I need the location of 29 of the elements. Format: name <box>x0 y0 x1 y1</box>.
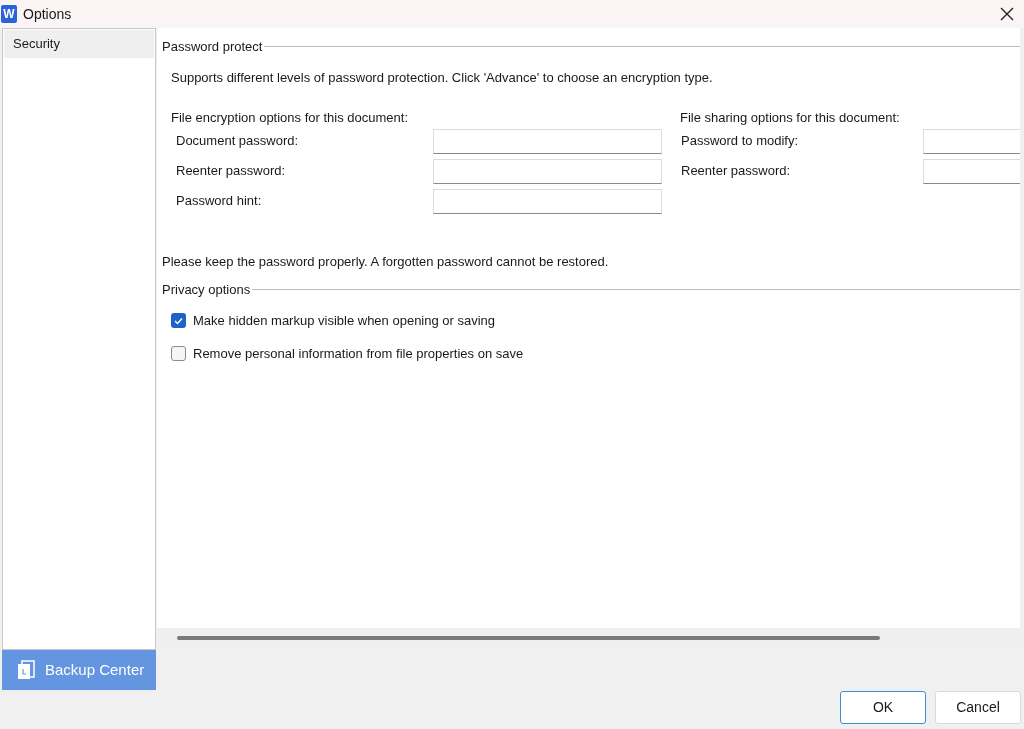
checkbox[interactable] <box>171 345 186 361</box>
field-label: Reenter password: <box>680 162 792 181</box>
password-field[interactable] <box>923 158 1020 184</box>
password-field[interactable] <box>433 188 662 214</box>
dialog-button[interactable]: OK <box>840 691 926 724</box>
field-label: Password to modify: <box>680 132 800 151</box>
window-title: Options <box>23 4 72 24</box>
close-icon <box>1000 7 1014 21</box>
scrollbar-thumb[interactable] <box>177 636 880 640</box>
document-icon <box>17 660 35 680</box>
note-text: Please keep the password properly. A forgotten password cannot be restored. <box>162 253 610 271</box>
check-icon <box>174 316 183 325</box>
app-logo: W <box>1 5 17 23</box>
description-text: Supports different levels of password protection. Click 'Advance' to choose an encryption type. <box>171 68 714 87</box>
password-field[interactable] <box>433 128 662 154</box>
password-field[interactable] <box>923 128 1020 154</box>
section-heading: Privacy options <box>162 280 251 299</box>
password-field[interactable] <box>433 158 662 184</box>
checkbox[interactable] <box>171 313 186 329</box>
section-heading: Password protect <box>162 38 263 56</box>
group-heading: File encryption options for this document: <box>171 109 409 124</box>
field-label: Reenter password: <box>175 162 287 181</box>
group-heading: File sharing options for this document: <box>680 109 901 124</box>
checkbox-label: Remove personal information from file properties on save <box>193 344 524 363</box>
sidebar-item[interactable]: Security <box>4 30 154 58</box>
field-label: Password hint: <box>175 192 263 211</box>
dialog-button[interactable]: Cancel <box>935 691 1021 724</box>
field-label: Document password: <box>175 132 300 151</box>
checkbox-label: Make hidden markup visible when opening or saving <box>193 312 496 330</box>
